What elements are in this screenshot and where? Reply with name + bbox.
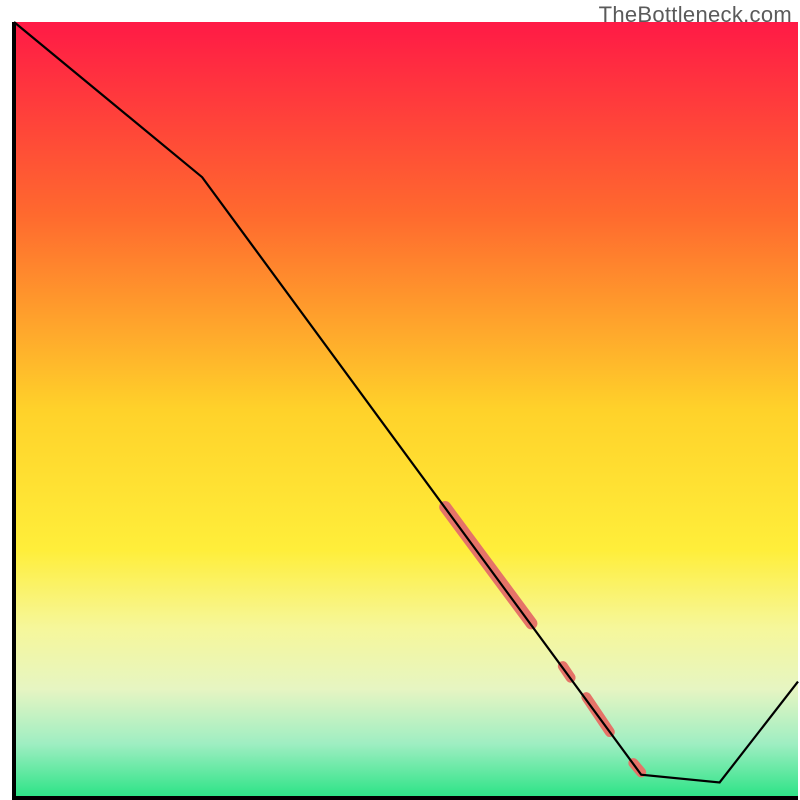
watermark-label: TheBottleneck.com xyxy=(599,2,792,28)
plot-background xyxy=(14,22,798,798)
chart-container: { "watermark": "TheBottleneck.com", "cha… xyxy=(0,0,800,800)
bottleneck-chart xyxy=(0,0,800,800)
